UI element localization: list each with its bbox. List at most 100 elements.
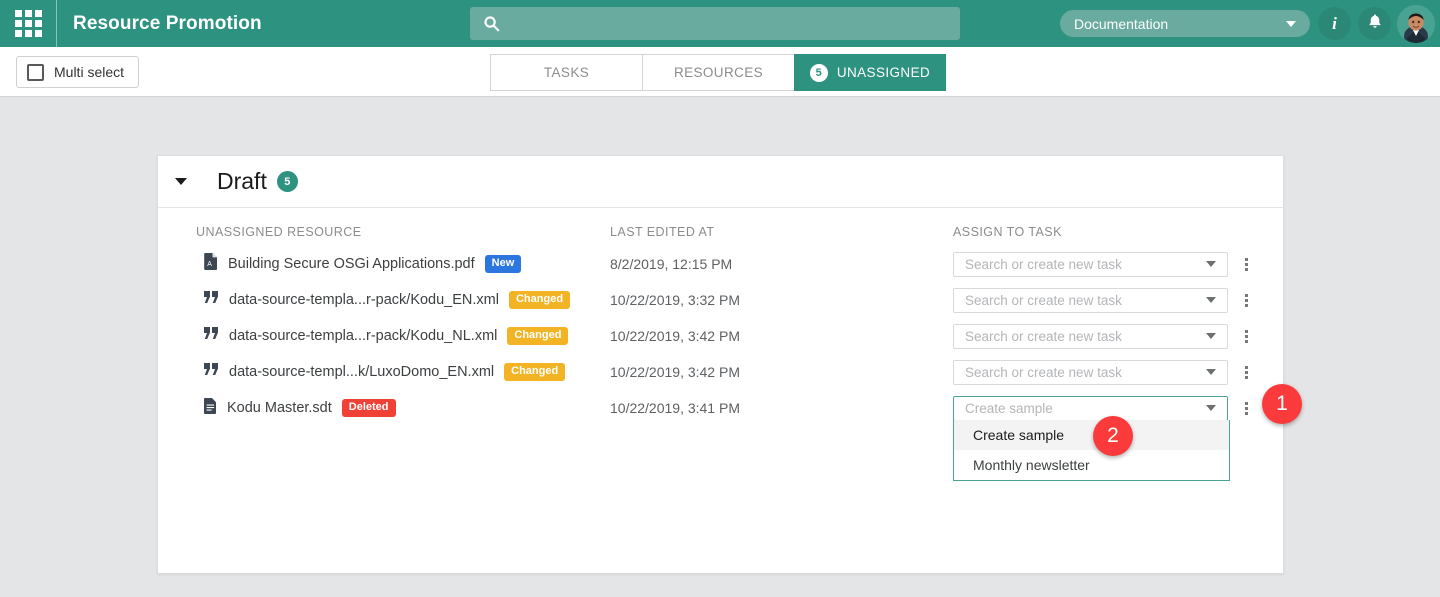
row-menu-icon[interactable] (1239, 365, 1253, 379)
status-badge: Changed (504, 363, 566, 381)
table-row: data-source-templa...r-pack/Kodu_NL.xml … (196, 318, 1283, 354)
assign-cell: Create sample (953, 395, 1253, 421)
status-badge: Changed (507, 327, 569, 345)
assign-task-placeholder: Search or create new task (965, 292, 1122, 308)
multi-select-checkbox[interactable] (27, 63, 44, 81)
resource-cell: data-source-templ...k/LuxoDomo_EN.xml Ch… (196, 363, 610, 381)
assign-task-dropdown[interactable]: Search or create new task (953, 287, 1229, 313)
info-icon: i (1332, 14, 1337, 33)
chevron-down-icon (1206, 405, 1217, 411)
context-dropdown[interactable]: Documentation (1060, 10, 1310, 37)
draft-group-card: Draft 5 UNASSIGNED RESOURCE LAST EDITED … (157, 155, 1284, 574)
assign-cell: Search or create new task (953, 323, 1253, 349)
draft-group-title: Draft (217, 168, 267, 194)
assign-cell: Search or create new task (953, 359, 1253, 385)
svg-text:A: A (207, 261, 212, 268)
annotation-marker-2: 2 (1093, 416, 1133, 456)
grid-apps-icon (14, 10, 42, 37)
xml-file-icon (204, 363, 219, 381)
status-badge: Deleted (341, 399, 396, 417)
assign-task-dropdown-open[interactable]: Create sample (953, 395, 1229, 421)
resource-name[interactable]: data-source-templa...r-pack/Kodu_EN.xml (229, 292, 499, 308)
tab-tasks[interactable]: TASKS (490, 54, 642, 91)
status-badge: New (484, 255, 522, 273)
global-search[interactable] (470, 7, 960, 40)
dropdown-option-label: Monthly newsletter (973, 457, 1090, 473)
chevron-down-icon (1206, 333, 1217, 339)
xml-file-icon (204, 291, 219, 309)
dropdown-option-monthly-newsletter[interactable]: Monthly newsletter (954, 450, 1229, 480)
row-menu-icon[interactable] (1239, 401, 1253, 415)
dropdown-option-label: Create sample (973, 427, 1065, 443)
tab-resources[interactable]: RESOURCES (642, 54, 794, 91)
search-input[interactable] (500, 15, 960, 32)
tab-list: TASKS RESOURCES 5 UNASSIGNED (490, 54, 946, 91)
caret-down-icon[interactable] (175, 178, 187, 185)
assign-cell: Search or create new task (953, 287, 1253, 313)
assign-task-dropdown[interactable]: Search or create new task (953, 323, 1229, 349)
tab-unassigned[interactable]: 5 UNASSIGNED (794, 54, 946, 91)
column-header-last-edited: LAST EDITED AT (610, 225, 715, 239)
search-icon (483, 15, 500, 32)
xml-file-icon (204, 327, 219, 345)
annotation-marker-1: 1 (1262, 384, 1302, 424)
chevron-down-icon (1206, 369, 1217, 375)
resource-cell: data-source-templa...r-pack/Kodu_NL.xml … (196, 327, 610, 345)
user-avatar-image (1397, 5, 1435, 43)
resource-cell: Kodu Master.sdt Deleted (196, 397, 610, 419)
assign-task-placeholder: Search or create new task (965, 328, 1122, 344)
top-app-bar: Resource Promotion Documentation i (0, 0, 1440, 47)
assign-task-dropdown[interactable]: Search or create new task (953, 359, 1229, 385)
notifications-button[interactable] (1358, 7, 1391, 40)
table-row: data-source-templ...k/LuxoDomo_EN.xml Ch… (196, 354, 1283, 390)
column-header-assign: ASSIGN TO TASK (953, 225, 1062, 239)
row-menu-icon[interactable] (1239, 329, 1253, 343)
last-edited-value: 10/22/2019, 3:32 PM (610, 292, 740, 308)
context-dropdown-value: Documentation (1074, 15, 1169, 32)
dropdown-option-create-sample[interactable]: Create sample (954, 420, 1229, 450)
chevron-down-icon (1206, 261, 1217, 267)
resource-name[interactable]: data-source-templ...k/LuxoDomo_EN.xml (229, 364, 494, 380)
assign-task-placeholder: Search or create new task (965, 364, 1122, 380)
assign-task-dropdown[interactable]: Search or create new task (953, 251, 1229, 277)
resource-name[interactable]: Kodu Master.sdt (227, 400, 332, 416)
task-dropdown-menu: Create sample Monthly newsletter (953, 420, 1230, 481)
page-title: Resource Promotion (73, 12, 262, 34)
table-row: A Building Secure OSGi Applications.pdf … (196, 246, 1283, 282)
assign-task-placeholder: Create sample (965, 400, 1053, 416)
table-row: data-source-templa...r-pack/Kodu_EN.xml … (196, 282, 1283, 318)
last-edited-value: 10/22/2019, 3:41 PM (610, 400, 740, 416)
unassigned-resources-table: UNASSIGNED RESOURCE LAST EDITED AT ASSIG… (158, 208, 1283, 426)
tab-resources-label: RESOURCES (673, 65, 764, 80)
last-edited-value: 8/2/2019, 12:15 PM (610, 256, 733, 272)
row-menu-icon[interactable] (1239, 293, 1253, 307)
resource-name[interactable]: Building Secure OSGi Applications.pdf (228, 256, 475, 272)
assign-cell: Search or create new task (953, 251, 1253, 277)
table-header-row: UNASSIGNED RESOURCE LAST EDITED AT ASSIG… (196, 208, 1283, 246)
draft-group-count: 5 (276, 171, 298, 192)
multi-select-toggle[interactable]: Multi select (16, 56, 140, 88)
draft-group-header[interactable]: Draft 5 (158, 156, 1283, 208)
tab-unassigned-count: 5 (809, 63, 828, 82)
notification-bell-icon (1367, 13, 1383, 34)
chevron-down-icon (1286, 20, 1296, 27)
tab-tasks-label: TASKS (543, 65, 590, 80)
tab-unassigned-label: UNASSIGNED (836, 65, 931, 80)
multi-select-label: Multi select (54, 64, 125, 80)
info-button[interactable]: i (1318, 7, 1351, 40)
column-header-resource: UNASSIGNED RESOURCE (196, 225, 362, 239)
resource-cell: A Building Secure OSGi Applications.pdf … (196, 253, 610, 275)
last-edited-value: 10/22/2019, 3:42 PM (610, 328, 740, 344)
toolbar: Multi select TASKS RESOURCES 5 UNASSIGNE… (0, 47, 1440, 97)
chevron-down-icon (1206, 297, 1217, 303)
app-launcher-button[interactable] (0, 0, 57, 47)
assign-task-placeholder: Search or create new task (965, 256, 1122, 272)
resource-name[interactable]: data-source-templa...r-pack/Kodu_NL.xml (229, 328, 497, 344)
last-edited-value: 10/22/2019, 3:42 PM (610, 364, 740, 380)
pdf-file-icon: A (204, 253, 218, 275)
avatar[interactable] (1397, 5, 1435, 43)
row-menu-icon[interactable] (1239, 257, 1253, 271)
document-file-icon (204, 397, 217, 419)
status-badge: Changed (508, 291, 571, 309)
resource-cell: data-source-templa...r-pack/Kodu_EN.xml … (196, 291, 610, 309)
